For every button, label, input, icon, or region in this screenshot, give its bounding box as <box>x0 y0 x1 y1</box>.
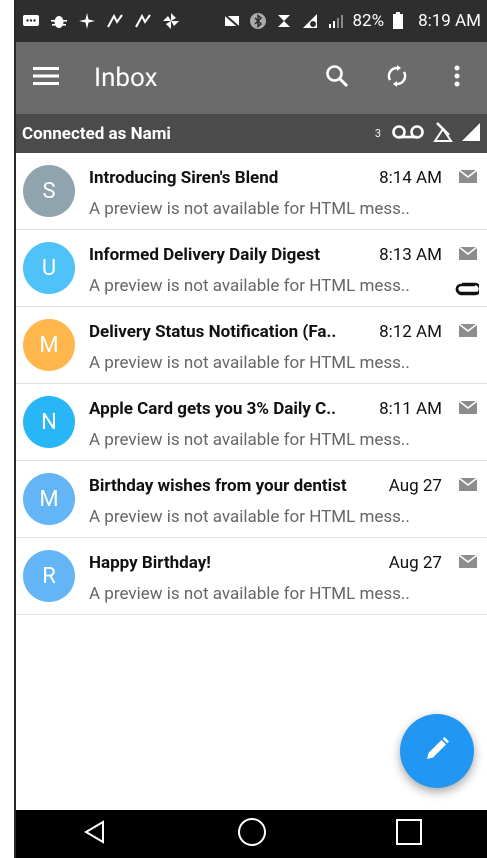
home-icon <box>237 817 267 851</box>
alarm-icon <box>275 12 293 30</box>
pinwheel-icon <box>162 12 180 30</box>
status-right-icons: 82% 8:19 AM <box>222 11 487 31</box>
status-bar: 82% 8:19 AM <box>16 0 487 42</box>
avatar-letter: M <box>39 486 59 512</box>
connection-bar: Connected as Nami 3 <box>16 114 487 153</box>
email-preview: A preview is not available for HTML mess… <box>89 353 410 373</box>
app-content: 82% 8:19 AM Inbox Connected as Nami 3 S … <box>16 0 487 858</box>
email-row-1[interactable]: U Informed Delivery Daily Digest 8:13 AM… <box>16 230 487 307</box>
envelope-icon <box>459 170 477 183</box>
connection-status: Connected as Nami <box>22 123 171 144</box>
home-button[interactable] <box>212 810 292 858</box>
recents-icon <box>395 818 423 850</box>
bug-icon <box>50 12 68 30</box>
screen-off-icon <box>222 12 241 30</box>
avatar: N <box>23 396 75 448</box>
envelope-icon <box>459 555 477 568</box>
voicemail-icon <box>391 124 425 144</box>
menu-icon <box>33 66 59 90</box>
screen: 82% 8:19 AM Inbox Connected as Nami 3 S … <box>0 0 487 858</box>
sync-icon <box>385 64 409 92</box>
more-vert-icon <box>454 64 460 92</box>
email-list: S Introducing Siren's Blend 8:14 AM A pr… <box>16 153 487 615</box>
pencil-icon <box>423 735 451 767</box>
battery-percent: 82% <box>352 11 385 31</box>
avatar-letter: N <box>41 409 57 435</box>
email-subject: Birthday wishes from your dentist <box>89 476 347 496</box>
avatar: R <box>23 550 75 602</box>
email-row-4[interactable]: M Birthday wishes from your dentist Aug … <box>16 461 487 538</box>
email-subject: Apple Card gets you 3% Daily C.. <box>89 399 337 419</box>
email-time: 8:11 AM <box>379 399 442 419</box>
no-sim-icon <box>301 12 319 30</box>
avatar-letter: U <box>41 255 57 281</box>
signal-icon <box>327 12 345 30</box>
avatar: U <box>23 242 75 294</box>
page-title: Inbox <box>94 63 158 93</box>
email-preview: A preview is not available for HTML mess… <box>89 507 410 527</box>
avatar-letter: M <box>39 332 59 358</box>
email-subject: Delivery Status Notification (Fa.. <box>89 322 337 342</box>
avatar: M <box>23 319 75 371</box>
app-bar-actions <box>307 42 487 114</box>
email-subject: Introducing Siren's Blend <box>89 168 279 188</box>
avatar-letter: R <box>42 563 56 589</box>
avatar: S <box>23 165 75 217</box>
search-button[interactable] <box>307 42 367 114</box>
email-preview: A preview is not available for HTML mess… <box>89 430 410 450</box>
more-options-button[interactable] <box>427 42 487 114</box>
envelope-icon <box>459 478 477 491</box>
avatar-letter: S <box>42 178 56 204</box>
back-icon <box>81 818 109 850</box>
email-row-5[interactable]: R Happy Birthday! Aug 27 A preview is no… <box>16 538 487 615</box>
email-time: 8:13 AM <box>379 245 442 265</box>
compose-button[interactable] <box>400 714 474 788</box>
nav-bar <box>16 810 487 858</box>
email-time: 8:14 AM <box>379 168 442 188</box>
menu-button[interactable] <box>16 42 76 114</box>
connection-icons: 3 <box>375 121 487 147</box>
battery-icon <box>392 12 410 30</box>
attachment-icon <box>455 282 479 296</box>
fitness-icon-2 <box>134 12 152 30</box>
avatar: M <box>23 473 75 525</box>
recents-button[interactable] <box>369 810 449 858</box>
email-preview: A preview is not available for HTML mess… <box>89 199 410 219</box>
sparkle-icon <box>78 12 96 30</box>
back-button[interactable] <box>55 810 135 858</box>
message-icon <box>22 12 40 30</box>
email-row-3[interactable]: N Apple Card gets you 3% Daily C.. 8:11 … <box>16 384 487 461</box>
email-subject: Happy Birthday! <box>89 553 211 573</box>
email-subject: Informed Delivery Daily Digest <box>89 245 321 265</box>
sync-button[interactable] <box>367 42 427 114</box>
envelope-icon <box>459 324 477 337</box>
satellite-icon <box>433 121 453 147</box>
bluetooth-icon <box>249 12 267 30</box>
email-time: Aug 27 <box>388 553 442 573</box>
search-icon <box>325 64 349 92</box>
envelope-icon <box>459 401 477 414</box>
voicemail-count: 3 <box>374 127 381 140</box>
status-left-icons <box>16 12 180 30</box>
network-signal-icon <box>461 122 481 146</box>
email-row-2[interactable]: M Delivery Status Notification (Fa.. 8:1… <box>16 307 487 384</box>
email-row-0[interactable]: S Introducing Siren's Blend 8:14 AM A pr… <box>16 153 487 230</box>
app-bar: Inbox <box>16 42 487 114</box>
email-preview: A preview is not available for HTML mess… <box>89 276 410 296</box>
fitness-icon-1 <box>106 12 124 30</box>
email-preview: A preview is not available for HTML mess… <box>89 584 410 604</box>
email-time: Aug 27 <box>388 476 442 496</box>
envelope-icon <box>459 247 477 260</box>
status-time: 8:19 AM <box>418 11 481 31</box>
email-time: 8:12 AM <box>379 322 442 342</box>
